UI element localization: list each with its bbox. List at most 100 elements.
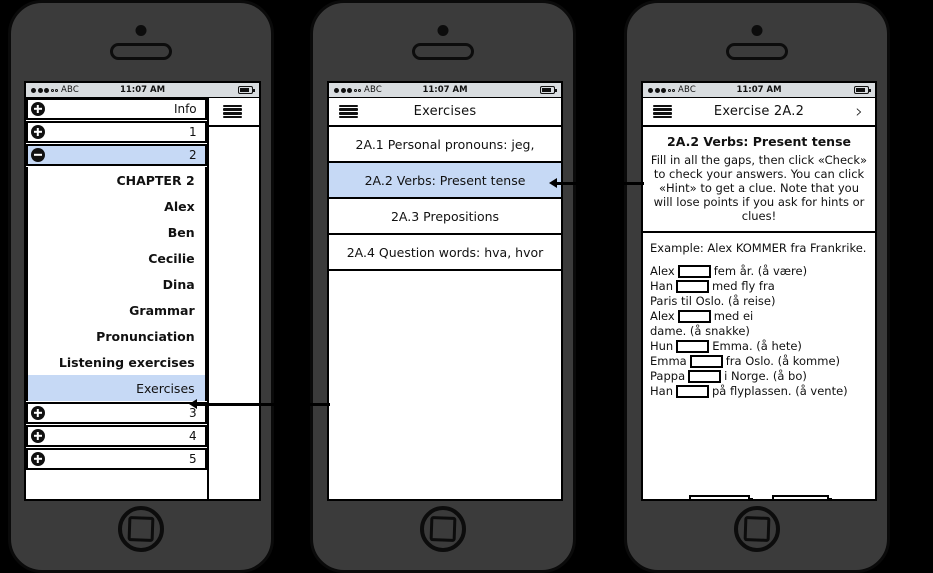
question-suffix: i Norge. (å bo) [724, 369, 807, 383]
question-prefix: Pappa [650, 369, 686, 383]
status-left: ABC [26, 85, 79, 95]
outline-row-label: 4 [189, 429, 197, 443]
exercise-buttons: Check Hint [643, 485, 875, 499]
question-prefix: Alex [650, 309, 675, 323]
home-button[interactable] [734, 506, 780, 552]
outline-row-1[interactable]: 1 [26, 121, 207, 143]
list-item-2a4[interactable]: 2A.4 Question words: hva, hvor [329, 235, 561, 271]
clock-label: 11:07 AM [422, 85, 468, 95]
exercise-title: 2A.2 Verbs: Present tense [667, 134, 851, 149]
signal-icon [31, 87, 58, 93]
outline-row-4[interactable]: 4 [26, 425, 207, 447]
outline-row-label: 3 [189, 406, 197, 420]
connector-line-1 [196, 403, 330, 406]
outline-child-ben[interactable]: Ben [28, 219, 205, 245]
list-item-2a3[interactable]: 2A.3 Prepositions [329, 199, 561, 235]
screen-3: ABC 11:07 AM Exercise 2A.2 › 2A.2 Verbs:… [641, 81, 877, 501]
home-button[interactable] [118, 506, 164, 552]
question-suffix: med fly fra [711, 279, 775, 293]
outline-row-label: Info [173, 102, 197, 116]
battery-icon [540, 86, 557, 94]
question-prefix: Han [650, 384, 673, 398]
question-suffix: Emma. (å hete) [712, 339, 802, 353]
question-row-1: Alex fem år. (å være) [650, 264, 868, 279]
gap-input-2[interactable] [675, 280, 709, 293]
outline-child-exercises[interactable]: Exercises [28, 375, 205, 401]
connector-arrow-1 [189, 399, 197, 409]
side-panel-navbar [208, 98, 259, 127]
outline-row-5[interactable]: 5 [26, 448, 207, 470]
plus-icon[interactable] [31, 125, 45, 139]
exercise-instructions: Fill in all the gaps, then click «Check»… [650, 153, 868, 223]
exercise-list: 2A.1 Personal pronouns: jeg, 2A.2 Verbs:… [329, 127, 561, 499]
navbar-2: Exercises [329, 98, 561, 127]
outline-child-chapter2[interactable]: CHAPTER 2 [28, 167, 205, 193]
outline-row-label: 5 [189, 452, 197, 466]
outline-child-listening-exercises[interactable]: Listening exercises [28, 349, 205, 375]
plus-icon[interactable] [31, 452, 45, 466]
question-suffix: på flyplassen. (å vente) [711, 384, 848, 398]
plus-icon[interactable] [31, 429, 45, 443]
clock-label: 11:07 AM [119, 85, 166, 95]
question-row-2-wrap: Paris til Oslo. (å reise) [650, 294, 776, 308]
check-button[interactable]: Check [689, 495, 750, 499]
outline-row-2[interactable]: 2 [26, 144, 207, 166]
signal-icon [334, 87, 361, 93]
exercise-questions: Alex fem år. (å være) Han med fly fra Pa… [650, 264, 868, 399]
carrier-label: ABC [678, 85, 697, 95]
minus-icon[interactable] [31, 148, 45, 162]
exercise-content: Example: Alex KOMMER fra Frankrike. Alex… [643, 233, 875, 485]
question-row-5: Emma fra Oslo. (å komme) [650, 354, 868, 369]
outline-child-cecilie[interactable]: Cecilie [28, 245, 205, 271]
outline-child-pronunciation[interactable]: Pronunciation [28, 323, 205, 349]
plus-icon[interactable] [31, 406, 45, 420]
outline-row-label: 1 [189, 125, 197, 139]
phone-device-1: ABC 11:07 AM Info 1 2 CHAPTER 2 Alex Ben… [8, 0, 274, 573]
exercise-example: Example: Alex KOMMER fra Frankrike. [650, 241, 867, 255]
question-row-3: Alex med ei [650, 309, 868, 324]
outline-child-alex[interactable]: Alex [28, 193, 205, 219]
phone1-body: Info 1 2 CHAPTER 2 Alex Ben Cecilie Dina… [26, 98, 259, 499]
hamburger-icon[interactable] [222, 104, 242, 119]
clock-label: 11:07 AM [736, 85, 782, 95]
outline-child-dina[interactable]: Dina [28, 271, 205, 297]
list-item-2a1[interactable]: 2A.1 Personal pronouns: jeg, [329, 127, 561, 163]
question-row-3-wrap: dame. (å snakke) [650, 324, 750, 338]
question-prefix: Han [650, 279, 673, 293]
gap-input-3[interactable] [677, 310, 711, 323]
outline-row-3[interactable]: 3 [26, 402, 207, 424]
outline-children: CHAPTER 2 Alex Ben Cecilie Dina Grammar … [26, 167, 207, 401]
screen-2: ABC 11:07 AM Exercises 2A.1 Personal pro… [327, 81, 563, 501]
question-row-7: Han på flyplassen. (å vente) [650, 384, 868, 399]
gap-input-1[interactable] [677, 265, 711, 278]
gap-input-7[interactable] [675, 385, 709, 398]
question-suffix: fem år. (å være) [713, 264, 808, 278]
wireframe-canvas: ABC 11:07 AM Info 1 2 CHAPTER 2 Alex Ben… [0, 0, 933, 573]
connector-arrow-2 [549, 178, 557, 188]
exercise-view: 2A.2 Verbs: Present tense Fill in all th… [643, 127, 875, 499]
hint-button[interactable]: Hint [771, 495, 829, 499]
plus-icon[interactable] [31, 102, 45, 116]
outline-child-grammar[interactable]: Grammar [28, 297, 205, 323]
chevron-right-icon[interactable]: › [855, 102, 863, 121]
question-row-2: Han med fly fra [650, 279, 868, 294]
carrier-label: ABC [61, 85, 80, 95]
gap-input-5[interactable] [689, 355, 723, 368]
page-title: Exercises [413, 104, 477, 119]
status-bar-1: ABC 11:07 AM [26, 83, 259, 98]
gap-input-6[interactable] [688, 370, 722, 383]
speaker-grille [412, 43, 474, 60]
outline-row-info[interactable]: Info [26, 98, 207, 120]
hamburger-icon[interactable] [653, 104, 672, 119]
battery-icon [238, 86, 255, 94]
list-empty-area [329, 271, 561, 499]
gap-input-4[interactable] [676, 340, 710, 353]
question-prefix: Alex [650, 264, 675, 278]
list-item-2a2[interactable]: 2A.2 Verbs: Present tense [329, 163, 561, 199]
speaker-grille [726, 43, 788, 60]
home-button[interactable] [420, 506, 466, 552]
question-row-4: Hun Emma. (å hete) [650, 339, 868, 354]
exercise-header: 2A.2 Verbs: Present tense Fill in all th… [643, 127, 875, 233]
hamburger-icon[interactable] [339, 104, 358, 119]
question-row-6: Pappa i Norge. (å bo) [650, 369, 868, 384]
